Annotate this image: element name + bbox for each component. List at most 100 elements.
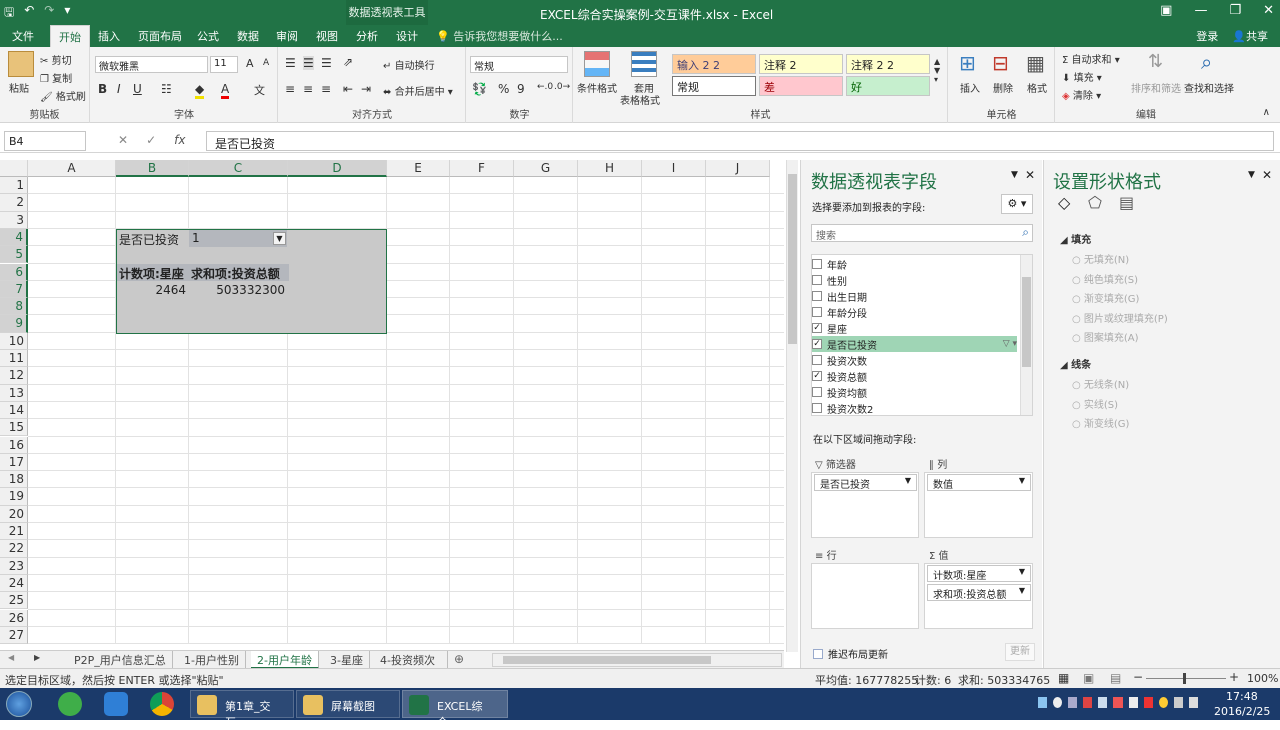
checked-checkbox[interactable]: ✓ [812,323,822,333]
insert-function-button[interactable]: fx [174,133,185,147]
taskbar-item-screenshots[interactable]: 屏幕截图 [296,690,400,718]
font-name-combo[interactable]: 微软雅黑 [95,56,208,73]
filter-field-chip[interactable]: 是否已投资 ▼ [814,474,917,491]
rows-area[interactable] [811,563,919,629]
row-header-9[interactable]: 9 [0,315,28,333]
fill-color-icon[interactable]: ◆ [195,82,205,99]
tab-scroll-left-icon[interactable]: ◀ [8,653,14,662]
fill-line-icon[interactable]: ◇ [1058,193,1070,212]
normal-view-icon[interactable]: ▦ [1058,671,1069,685]
ribbon-display-icon[interactable]: ▣ [1160,3,1172,18]
row-header-15[interactable]: 15 [0,419,28,437]
paste-icon[interactable] [8,51,34,77]
format-cells-icon[interactable]: ▦ [1026,51,1045,75]
column-header-c[interactable]: C [189,160,288,177]
checked-checkbox[interactable]: ✓ [812,339,822,349]
unchecked-checkbox[interactable] [812,403,822,413]
column-header-h[interactable]: H [578,160,642,177]
column-header-j[interactable]: J [706,160,770,177]
style-input[interactable]: 输入 2 2 [672,54,756,74]
value-field-chip-count[interactable]: 计数项:星座 ▼ [927,565,1031,582]
fill-section-header[interactable]: ◢ 填充 [1060,231,1091,246]
line-option[interactable]: ○ 渐变线(G) [1072,415,1129,430]
insert-cells-button[interactable]: 插入 [960,80,980,95]
update-button[interactable]: 更新 [1005,643,1035,661]
row-header-14[interactable]: 14 [0,401,28,420]
row-header-6[interactable]: 6 [0,263,28,281]
formula-input[interactable]: 是否已投资 [206,131,1274,151]
row-header-8[interactable]: 8 [0,298,28,316]
pivot-header-sum[interactable]: 求和项:投资总额 [191,265,280,282]
currency-icon[interactable]: 💱 [472,82,487,96]
checked-checkbox[interactable]: ✓ [812,371,822,381]
zoom-slider[interactable] [1146,678,1226,679]
share-button[interactable]: 👤共享 [1232,28,1268,44]
field-item[interactable]: 出生日期 [812,288,1017,304]
decrease-decimal-icon[interactable]: .0→ [554,82,570,92]
align-top-icon[interactable]: ☰ [285,56,296,70]
italic-button[interactable]: I [117,82,121,96]
defer-update-checkbox[interactable]: 推迟布局更新 [813,646,888,661]
pivot-pane-close-icon[interactable]: ✕ [1025,168,1035,182]
style-bad[interactable]: 差 [759,76,843,96]
save-icon[interactable]: 🖫 [4,3,14,24]
tab-analyze[interactable]: 分析 [356,28,378,44]
row-header-1[interactable]: 1 [0,177,28,195]
format-as-table-icon[interactable] [631,51,657,77]
row-header-21[interactable]: 21 [0,523,28,541]
chrome-icon[interactable] [150,692,174,716]
field-item[interactable]: 投资次数2 [812,400,1017,416]
fill-option[interactable]: ○ 纯色填充(S) [1072,271,1138,286]
unchecked-checkbox[interactable] [812,307,822,317]
style-normal[interactable]: 常规 [672,76,756,96]
unchecked-checkbox[interactable] [812,275,822,285]
security-tray-icon[interactable] [1113,697,1123,708]
styles-scroll-icon[interactable]: ▲ ▼ ▾ [934,57,940,84]
increase-decimal-icon[interactable]: ←.0 [537,82,553,92]
style-good[interactable]: 好 [846,76,930,96]
sheet-tab-gender[interactable]: 1-用户性别 [178,651,246,669]
pivot-filter-value[interactable]: 1 [192,231,200,245]
column-header-e[interactable]: E [387,160,450,177]
filter-funnel-icon[interactable]: ▼ [273,232,286,245]
row-header-26[interactable]: 26 [0,609,28,627]
tab-design[interactable]: 设计 [396,28,418,44]
sheet-tab-frequency[interactable]: 4-投资频次 [374,651,448,669]
horizontal-scroll-thumb[interactable] [503,656,711,664]
enter-icon[interactable]: ✓ [146,133,156,147]
row-header-24[interactable]: 24 [0,574,28,593]
tell-me-box[interactable]: 💡 告诉我您想要做什么... [436,28,563,44]
tray-icon[interactable] [1038,697,1048,708]
start-button-icon[interactable] [6,691,32,717]
row-header-12[interactable]: 12 [0,367,28,385]
effects-icon[interactable]: ⬠ [1088,193,1102,212]
row-header-23[interactable]: 23 [0,557,28,575]
bold-button[interactable]: B [98,82,107,96]
underline-button[interactable]: U [133,82,142,96]
field-list-scroll-thumb[interactable] [1022,277,1031,367]
restore-icon[interactable]: ❐ [1229,3,1241,18]
field-item[interactable]: 投资次数 [812,352,1017,368]
keyboard-tray-icon[interactable] [1068,697,1078,708]
line-section-header[interactable]: ◢ 线条 [1060,356,1091,371]
add-sheet-icon[interactable]: ⊕ [454,652,464,666]
fill-button[interactable]: ⬇ 填充 ▾ [1062,69,1102,84]
tab-file[interactable]: 文件 [12,28,34,44]
font-size-combo[interactable]: 11 [210,56,238,73]
column-header-a[interactable]: A [28,160,116,177]
sheet-tab-age[interactable]: 2-用户年龄 [251,651,319,669]
number-format-combo[interactable]: 常规 [470,56,568,73]
format-as-table-button-line2[interactable]: 表格格式 [620,92,660,107]
minimize-icon[interactable]: — [1194,3,1207,18]
smiley-tray-icon[interactable] [1158,697,1168,708]
decrease-indent-icon[interactable]: ⇤ [343,82,353,96]
volume-tray-icon[interactable] [1173,697,1183,708]
cancel-icon[interactable]: ✕ [118,133,128,147]
fill-option[interactable]: ○ 无填充(N) [1072,251,1129,266]
insert-cells-icon[interactable]: ⊞ [959,51,976,75]
undo-icon[interactable]: ↶ [24,3,34,24]
row-header-11[interactable]: 11 [0,350,28,368]
line-option[interactable]: ○ 实线(S) [1072,396,1118,411]
sheet-tab-p2p[interactable]: P2P_用户信息汇总 [68,651,173,669]
delete-cells-button[interactable]: 删除 [993,80,1013,95]
